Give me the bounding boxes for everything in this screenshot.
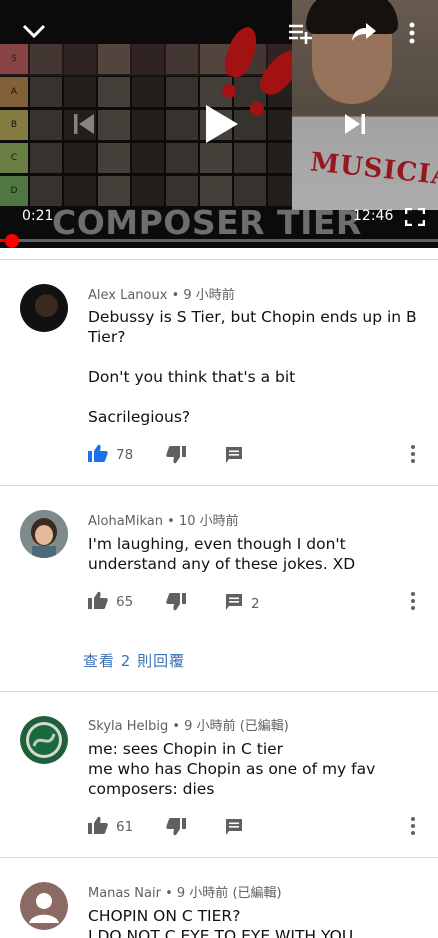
comment-author[interactable]: Manas Nair [88,886,161,901]
avatar[interactable] [20,510,68,558]
video-player[interactable]: S A B C D MUSICIAN COMPOSER TIER LIST [0,0,438,248]
reply-comment-icon [225,593,243,615]
comment-meta: Alex Lanoux • 9 小時前 [88,288,235,303]
comment-text: I'm laughing, even though I don't unders… [88,535,356,573]
comment-text: CHOPIN ON C TIER? I DO NOT C EYE TO EYE … [88,907,354,938]
comment-meta: AlohaMikan • 10 小時前 [88,514,239,529]
reply-count: 2 [251,596,260,612]
thumb-down-icon [166,446,186,468]
like-count: 61 [116,819,134,835]
reply-button[interactable] [225,818,243,840]
like-button[interactable]: 65 [88,591,133,613]
previous-icon[interactable] [72,112,96,136]
comment-time: 9 小時前 [184,719,236,734]
comment-item: AlohaMikan • 10 小時前 I'm laughing, even t… [0,486,438,691]
comment-actions: 78 [88,444,428,466]
view-replies-link[interactable]: 查看 2 則回覆 [83,650,185,671]
comment-time: 10 小時前 [178,514,239,529]
progress-bar[interactable] [0,234,438,248]
thumb-up-icon [88,591,108,613]
comment-time: 9 小時前 [183,288,235,303]
dislike-button[interactable] [166,818,186,840]
edited-label: (已編輯) [232,886,282,901]
comment-author[interactable]: Skyla Helbig [88,719,168,734]
next-icon[interactable] [343,112,367,136]
comment-item: Manas Nair • 9 小時前 (已編輯) CHOPIN ON C TIE… [0,858,438,938]
comment-author[interactable]: AlohaMikan [88,514,163,529]
comment-more-icon[interactable] [410,816,422,838]
comment-more-icon[interactable] [410,591,422,613]
avatar[interactable] [20,716,68,764]
comment-author[interactable]: Alex Lanoux [88,288,167,303]
reply-comment-icon [225,818,243,840]
more-vert-icon[interactable] [408,22,416,44]
avatar[interactable] [20,882,68,930]
thumb-down-icon [166,818,186,840]
share-icon[interactable] [351,21,377,43]
thumb-up-icon [88,816,108,838]
like-button[interactable]: 61 [88,816,133,838]
total-time: 12:46 [353,208,394,224]
thumb-down-icon [166,593,186,615]
reply-comment-icon [225,446,243,468]
comment-meta: Manas Nair • 9 小時前 (已編輯) [88,886,282,901]
reply-button[interactable]: 2 [225,593,260,615]
add-to-playlist-icon[interactable] [287,22,313,44]
comment-text: me: sees Chopin in C tier me who has Cho… [88,740,376,798]
like-button[interactable]: 78 [88,444,133,466]
thumb-up-icon [88,444,108,466]
dislike-button[interactable] [166,593,186,615]
fullscreen-icon[interactable] [405,208,425,226]
like-count: 78 [116,447,134,463]
comment-more-icon[interactable] [410,444,422,466]
edited-label: (已編輯) [239,719,289,734]
play-icon[interactable] [204,103,240,145]
avatar[interactable] [20,284,68,332]
comment-time: 9 小時前 [176,886,229,901]
reply-button[interactable] [225,446,243,468]
comment-item: Skyla Helbig • 9 小時前 (已編輯) me: sees Chop… [0,692,438,857]
comment-item: Alex Lanoux • 9 小時前 Debussy is S Tier, b… [0,260,438,485]
comment-text: Debussy is S Tier, but Chopin ends up in… [88,308,417,426]
comment-actions: 65 2 [88,591,428,613]
comment-actions: 61 [88,816,428,838]
progress-scrubber[interactable] [4,234,19,248]
collapse-chevron-icon[interactable] [22,22,46,42]
current-time: 0:21 [22,208,54,224]
like-count: 65 [116,594,134,610]
comment-meta: Skyla Helbig • 9 小時前 (已編輯) [88,719,289,734]
dislike-button[interactable] [166,446,186,468]
